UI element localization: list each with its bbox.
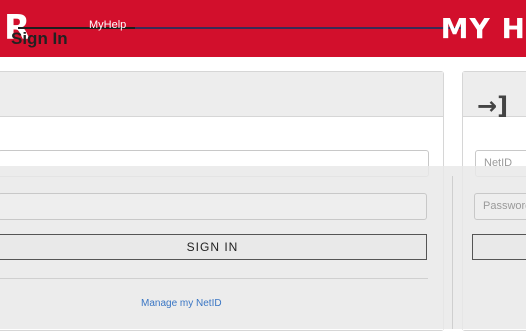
link-separator [0,278,428,279]
secondary-sign-in-button[interactable] [472,234,526,260]
header-brand: MY H [440,12,526,45]
sign-in-arrow-icon: →] [477,92,509,120]
manage-netid-link[interactable]: Manage my NetID [141,298,222,309]
site-header: R MyHelp MY H [0,0,526,57]
secondary-password-input[interactable]: Password [474,193,526,220]
secondary-password-placeholder: Password [483,200,526,212]
signin-card-header [0,72,443,117]
sign-in-button[interactable]: SIGN IN [0,234,427,260]
header-title[interactable]: MyHelp [89,19,126,31]
signin-title: Sign In [11,29,68,48]
column-divider [452,176,453,329]
header-divider [135,27,465,29]
password-input[interactable] [0,193,427,220]
